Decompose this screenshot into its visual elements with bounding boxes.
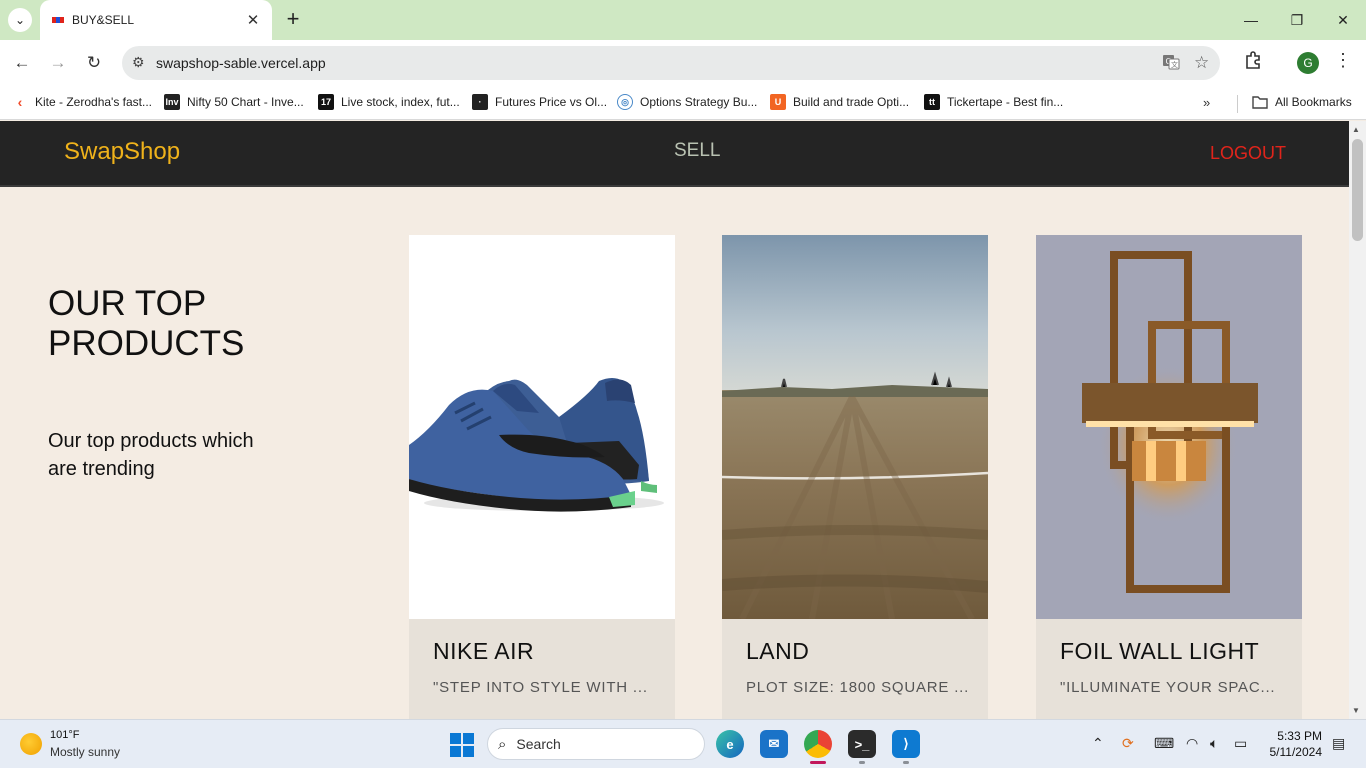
volume-icon[interactable]: 🔈︎ xyxy=(1210,735,1218,752)
bookmark-item[interactable]: Inv Nifty 50 Chart - Inve... xyxy=(164,92,304,112)
chevron-down-icon: ⌄ xyxy=(14,13,26,27)
close-icon[interactable]: ✕ xyxy=(244,11,262,29)
divider xyxy=(0,185,1349,187)
windows-start-icon[interactable] xyxy=(450,733,474,757)
edge-icon[interactable]: e xyxy=(716,730,744,758)
chrome-icon[interactable] xyxy=(804,730,832,758)
bookmark-item[interactable]: U Build and trade Opti... xyxy=(770,92,909,112)
bookmarks-bar: ‹ Kite - Zerodha's fast... Inv Nifty 50 … xyxy=(0,86,1366,120)
vscode-icon[interactable]: ⟩ xyxy=(892,730,920,758)
bookmark-star-icon[interactable]: ☆ xyxy=(1194,53,1209,73)
site-logo[interactable]: SwapShop xyxy=(64,138,180,166)
product-description: "ILLUMINATE YOUR SPAC... xyxy=(1060,679,1276,696)
bookmark-item[interactable]: tt Tickertape - Best fin... xyxy=(924,92,1063,112)
sync-icon[interactable]: ⟳ xyxy=(1122,735,1134,752)
product-card-body: FOIL WALL LIGHT "ILLUMINATE YOUR SPAC... xyxy=(1036,619,1302,720)
search-label: Search xyxy=(516,736,561,752)
address-bar[interactable]: ⚙ swapshop-sable.vercel.app G文 ☆ xyxy=(122,46,1220,80)
site-settings-icon[interactable]: ⚙ xyxy=(132,54,145,71)
running-indicator xyxy=(859,761,865,764)
product-description: "STEP INTO STYLE WITH ... xyxy=(433,679,648,696)
bookmark-item[interactable]: ‹ Kite - Zerodha's fast... xyxy=(12,92,152,112)
product-image xyxy=(409,235,675,619)
bookmark-item[interactable]: 17 Live stock, index, fut... xyxy=(318,92,460,112)
sell-link[interactable]: SELL xyxy=(674,140,720,162)
terminal-icon[interactable]: >_ xyxy=(848,730,876,758)
product-title: LAND xyxy=(746,638,810,664)
bookmark-item[interactable]: · Futures Price vs Ol... xyxy=(472,92,607,112)
product-card[interactable]: NIKE AIR "STEP INTO STYLE WITH ... xyxy=(409,235,675,720)
svg-text:文: 文 xyxy=(1171,60,1178,69)
taskbar-search[interactable]: ⌕ Search xyxy=(487,728,705,760)
menu-icon[interactable]: ⋮ xyxy=(1334,50,1352,71)
reload-button[interactable]: ↻ xyxy=(81,50,107,76)
options-icon: ◎ xyxy=(617,94,633,110)
product-card[interactable]: FOIL WALL LIGHT "ILLUMINATE YOUR SPAC... xyxy=(1036,235,1302,720)
reload-icon: ↻ xyxy=(86,53,102,72)
site-favicon-icon xyxy=(52,15,64,25)
logout-link[interactable]: LOGOUT xyxy=(1210,143,1286,164)
sensibull-icon: · xyxy=(472,94,488,110)
active-indicator xyxy=(810,761,826,764)
investing-icon: Inv xyxy=(164,94,180,110)
folder-icon xyxy=(1252,94,1268,110)
divider xyxy=(1237,95,1238,113)
search-icon: ⌕ xyxy=(498,735,507,753)
restore-button[interactable]: ❐ xyxy=(1282,8,1312,32)
new-tab-button[interactable]: + xyxy=(282,8,304,32)
tab-search-button[interactable]: ⌄ xyxy=(8,8,32,32)
clock-date[interactable]: 5/11/2024 xyxy=(1264,745,1323,759)
page-scrollbar[interactable]: ▲ ▼ xyxy=(1349,121,1366,719)
arrow-left-icon: ← xyxy=(13,53,31,72)
bookmark-item[interactable]: ◎ Options Strategy Bu... xyxy=(617,92,757,112)
tab-strip: ⌄ BUY&SELL ✕ + — ❐ ✕ xyxy=(0,0,1366,40)
weather-sun-icon[interactable] xyxy=(20,733,42,755)
tab-active[interactable]: BUY&SELL ✕ xyxy=(40,0,272,40)
product-card-body: LAND PLOT SIZE: 1800 SQUARE ... xyxy=(722,619,988,720)
forward-button[interactable]: → xyxy=(45,50,71,76)
extensions-icon[interactable] xyxy=(1244,51,1262,74)
scroll-down-icon[interactable]: ▼ xyxy=(1352,706,1360,715)
section-heading: OUR TOP PRODUCTS xyxy=(48,284,245,363)
opstra-icon: U xyxy=(770,94,786,110)
browser-toolbar: ← → ↻ ⚙ swapshop-sable.vercel.app G文 ☆ G… xyxy=(0,40,1366,86)
weather-temperature[interactable]: 101°F xyxy=(50,729,79,741)
site-navbar: SwapShop SELL LOGOUT xyxy=(0,121,1349,186)
tab-title: BUY&SELL xyxy=(72,13,135,27)
window-close-button[interactable]: ✕ xyxy=(1328,8,1358,32)
scroll-up-icon[interactable]: ▲ xyxy=(1352,125,1360,134)
back-button[interactable]: ← xyxy=(9,50,35,76)
taskbar: 101°F Mostly sunny ⌕ Search e ✉ >_ ⟩ ⌃ ⟳… xyxy=(0,719,1366,768)
translate-icon[interactable]: G文 xyxy=(1162,53,1180,76)
tradingview-icon: 17 xyxy=(318,94,334,110)
notification-icon[interactable]: ▤ xyxy=(1332,735,1345,752)
tickertape-icon: tt xyxy=(924,94,940,110)
product-card[interactable]: LAND PLOT SIZE: 1800 SQUARE ... xyxy=(722,235,988,720)
weather-description[interactable]: Mostly sunny xyxy=(50,745,120,759)
chevron-right-icon[interactable]: » xyxy=(1203,95,1210,110)
clock-time[interactable]: 5:33 PM xyxy=(1270,729,1322,743)
wifi-icon[interactable]: ◠ xyxy=(1186,735,1198,752)
product-card-body: NIKE AIR "STEP INTO STYLE WITH ... xyxy=(409,619,675,720)
scroll-thumb[interactable] xyxy=(1352,139,1363,241)
keyboard-icon[interactable]: ⌨ xyxy=(1154,735,1174,752)
chevron-up-icon[interactable]: ⌃ xyxy=(1092,735,1104,752)
product-title: NIKE AIR xyxy=(433,638,535,664)
all-bookmarks[interactable]: All Bookmarks xyxy=(1252,92,1352,112)
arrow-right-icon: → xyxy=(49,53,67,72)
product-image xyxy=(722,235,988,619)
product-image xyxy=(1036,235,1302,619)
url-text: swapshop-sable.vercel.app xyxy=(156,55,326,71)
section-subheading: Our top products which are trending xyxy=(48,430,254,480)
product-title: FOIL WALL LIGHT xyxy=(1060,638,1260,664)
kite-icon: ‹ xyxy=(12,94,28,110)
minimize-button[interactable]: — xyxy=(1236,8,1266,32)
product-description: PLOT SIZE: 1800 SQUARE ... xyxy=(746,679,970,696)
battery-icon[interactable]: ▭ xyxy=(1234,735,1247,752)
running-indicator xyxy=(903,761,909,764)
profile-avatar[interactable]: G xyxy=(1297,52,1319,74)
mail-icon[interactable]: ✉ xyxy=(760,730,788,758)
